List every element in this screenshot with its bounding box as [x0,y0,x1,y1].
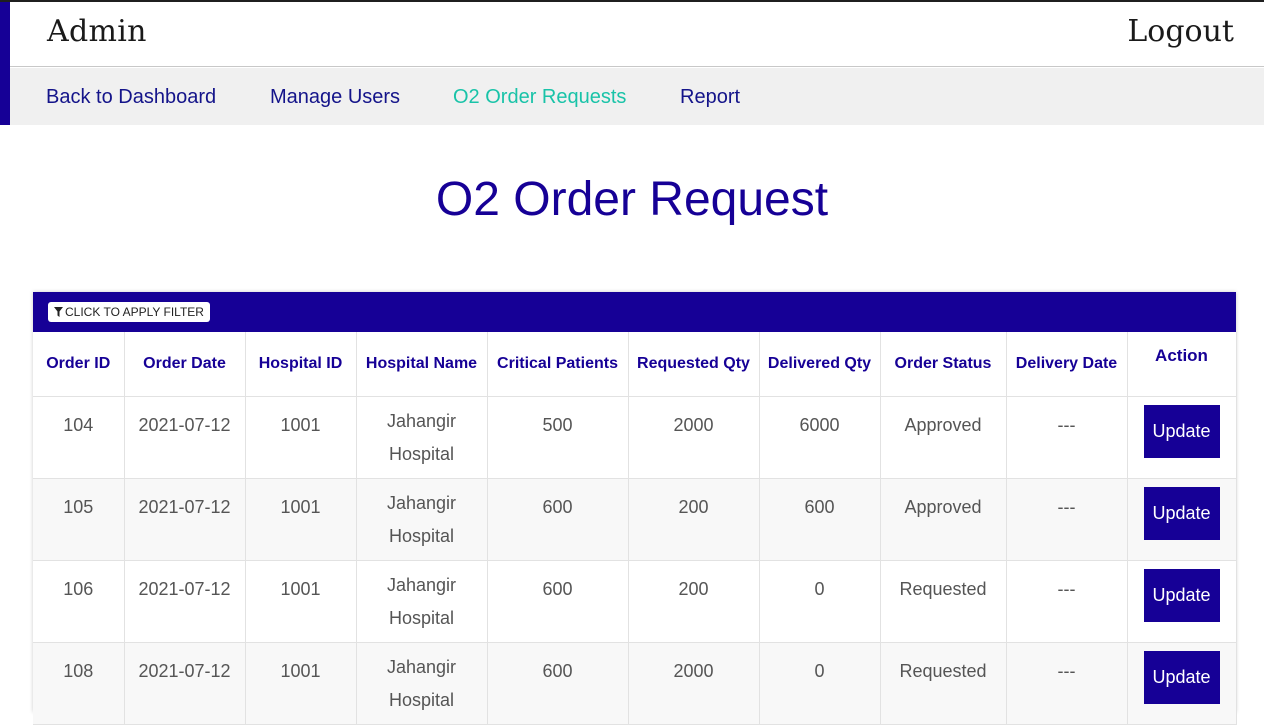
cell-critical-patients: 500 [487,396,629,479]
logout-link[interactable]: Logout [1127,14,1234,49]
cell-critical-patients: 600 [487,642,629,725]
cell-order-date: 2021-07-12 [124,642,246,725]
cell-hospital-name: Jahangir Hospital [356,560,488,643]
nav-o2-order-requests[interactable]: O2 Order Requests [453,86,626,109]
table-row: 108 2021-07-12 1001 Jahangir Hospital 60… [33,642,1237,725]
col-order-id[interactable]: Order ID [33,332,125,397]
cell-critical-patients: 600 [487,560,629,643]
col-order-status[interactable]: Order Status [880,332,1007,397]
left-accent-bar [0,2,10,125]
cell-delivered-qty: 0 [759,642,881,725]
cell-delivery-date: --- [1006,478,1128,561]
col-critical-patients[interactable]: Critical Patients [487,332,629,397]
update-button[interactable]: Update [1143,569,1220,622]
cell-critical-patients: 600 [487,478,629,561]
table-row: 106 2021-07-12 1001 Jahangir Hospital 60… [33,560,1237,643]
cell-order-date: 2021-07-12 [124,396,246,479]
nav-back-to-dashboard[interactable]: Back to Dashboard [46,86,216,109]
table-header-row: Order ID Order Date Hospital ID Hospital… [33,332,1237,397]
cell-hospital-id: 1001 [245,478,357,561]
cell-delivery-date: --- [1006,396,1128,479]
orders-table: Order ID Order Date Hospital ID Hospital… [33,332,1237,725]
cell-hospital-id: 1001 [245,642,357,725]
cell-hospital-name: Jahangir Hospital [356,396,488,479]
top-header: Admin Logout [0,0,1264,67]
col-delivery-date[interactable]: Delivery Date [1006,332,1128,397]
cell-delivery-date: --- [1006,560,1128,643]
cell-order-status: Approved [880,478,1007,561]
cell-order-id: 106 [33,560,125,643]
cell-order-id: 108 [33,642,125,725]
cell-delivered-qty: 6000 [759,396,881,479]
cell-order-date: 2021-07-12 [124,560,246,643]
cell-order-status: Requested [880,560,1007,643]
cell-hospital-id: 1001 [245,560,357,643]
cell-requested-qty: 2000 [628,642,760,725]
cell-action: Update [1127,560,1237,643]
cell-action: Update [1127,396,1237,479]
cell-hospital-name: Jahangir Hospital [356,478,488,561]
cell-order-id: 104 [33,396,125,479]
col-delivered-qty[interactable]: Delivered Qty [759,332,881,397]
table-toolbar: CLICK TO APPLY FILTER [33,292,1236,332]
cell-delivered-qty: 0 [759,560,881,643]
cell-requested-qty: 2000 [628,396,760,479]
cell-hospital-name: Jahangir Hospital [356,642,488,725]
cell-order-status: Approved [880,396,1007,479]
nav-report[interactable]: Report [680,86,740,109]
col-order-date[interactable]: Order Date [124,332,246,397]
cell-hospital-id: 1001 [245,396,357,479]
cell-action: Update [1127,642,1237,725]
update-button[interactable]: Update [1143,405,1220,458]
cell-order-date: 2021-07-12 [124,478,246,561]
update-button[interactable]: Update [1143,487,1220,540]
table-row: 104 2021-07-12 1001 Jahangir Hospital 50… [33,396,1237,479]
nav-manage-users[interactable]: Manage Users [270,86,400,109]
cell-requested-qty: 200 [628,560,760,643]
nav-bar: Back to Dashboard Manage Users O2 Order … [10,68,1264,125]
cell-action: Update [1127,478,1237,561]
table-row: 105 2021-07-12 1001 Jahangir Hospital 60… [33,478,1237,561]
update-button[interactable]: Update [1143,651,1220,704]
cell-requested-qty: 200 [628,478,760,561]
col-requested-qty[interactable]: Requested Qty [628,332,760,397]
cell-delivery-date: --- [1006,642,1128,725]
filter-icon [54,307,63,317]
cell-delivered-qty: 600 [759,478,881,561]
brand-title: Admin [47,14,147,49]
apply-filter-label: CLICK TO APPLY FILTER [65,305,204,319]
col-hospital-name[interactable]: Hospital Name [356,332,488,397]
col-action: Action [1127,332,1237,397]
cell-order-id: 105 [33,478,125,561]
cell-order-status: Requested [880,642,1007,725]
page-title: O2 Order Request [435,173,829,226]
col-hospital-id[interactable]: Hospital ID [245,332,357,397]
orders-table-container: CLICK TO APPLY FILTER Order ID Order Dat… [33,292,1237,725]
apply-filter-button[interactable]: CLICK TO APPLY FILTER [48,302,210,322]
